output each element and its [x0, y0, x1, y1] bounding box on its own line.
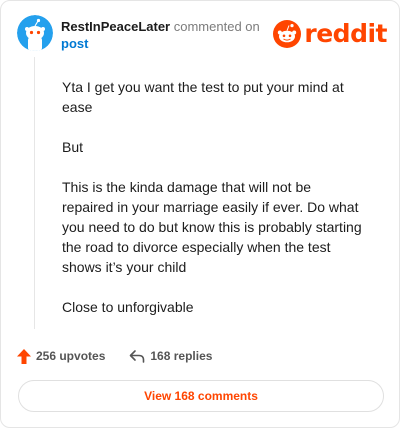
upvote-count: 256 upvotes — [36, 349, 106, 363]
upvote-arrow-icon — [17, 348, 31, 364]
thread-line[interactable] — [34, 57, 35, 329]
reply-arrow-icon — [130, 350, 145, 363]
comment-paragraph: This is the kinda damage that will not b… — [62, 179, 362, 275]
comment-actions: 256 upvotes 168 replies — [17, 346, 212, 366]
comment-meta: RestInPeaceLater commented on post — [61, 18, 281, 52]
comment-paragraph: Close to unforgivable — [62, 299, 194, 315]
reply-button[interactable]: 168 replies — [129, 349, 212, 363]
post-link[interactable]: post — [61, 36, 88, 51]
reddit-snoo-logo-icon — [273, 20, 302, 48]
reddit-wordmark: reddit — [304, 19, 387, 48]
reddit-logo[interactable]: reddit — [273, 19, 387, 49]
comment-paragraph: But — [62, 139, 84, 155]
user-avatar[interactable] — [17, 15, 53, 51]
username-link[interactable]: RestInPeaceLater — [61, 19, 170, 34]
comment-card: RestInPeaceLater commented on post reddi… — [0, 0, 400, 428]
upvote-button[interactable]: 256 upvotes — [17, 348, 106, 364]
comment-header: RestInPeaceLater commented on post reddi… — [17, 15, 387, 55]
view-comments-button[interactable]: View 168 comments — [18, 380, 384, 412]
comment-paragraph: Yta I get you want the test to put your … — [62, 79, 344, 115]
snoo-avatar-icon — [17, 15, 53, 51]
reply-count: 168 replies — [150, 349, 213, 363]
action-text: commented on — [173, 19, 260, 34]
comment-body: Yta I get you want the test to put your … — [62, 77, 362, 337]
